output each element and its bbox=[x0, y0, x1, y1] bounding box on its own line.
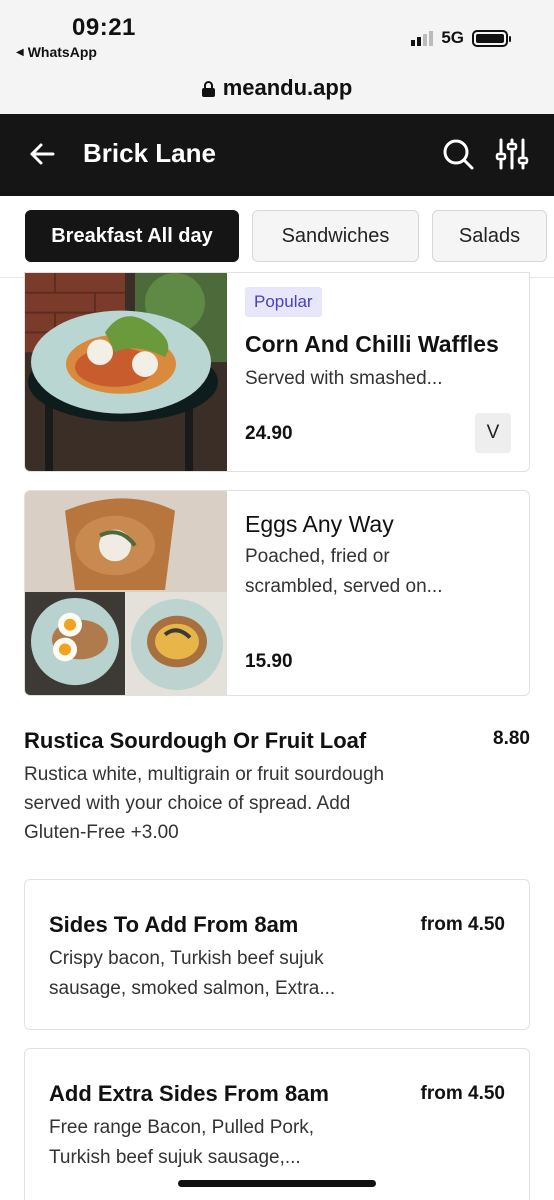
item-description-line2: sausage, smoked salmon, Extra... bbox=[49, 978, 336, 999]
status-bar: 09:21 ◀ WhatsApp 5G bbox=[0, 0, 554, 62]
item-description-line2: scrambled, served on... bbox=[245, 576, 443, 597]
item-title: Eggs Any Way bbox=[245, 511, 394, 537]
item-price: from 4.50 bbox=[420, 1083, 505, 1104]
network-type: 5G bbox=[441, 28, 464, 47]
menu-item-details: Popular Corn And Chilli Waffles Served w… bbox=[245, 287, 511, 444]
item-description-line1: Crispy bacon, Turkish beef sujuk bbox=[49, 948, 324, 969]
item-title: Rustica Sourdough Or Fruit Loaf bbox=[24, 728, 367, 753]
lock-icon bbox=[201, 81, 215, 97]
battery-icon bbox=[472, 29, 511, 47]
status-time: 09:21 bbox=[72, 14, 136, 41]
browser-url-bar[interactable]: meandu.app bbox=[0, 62, 554, 114]
item-description-line1: Free range Bacon, Pulled Pork, bbox=[49, 1117, 315, 1138]
tab-breakfast-all-day[interactable]: Breakfast All day bbox=[25, 210, 239, 262]
item-description-line2: served with your choice of spread. Add bbox=[24, 793, 351, 814]
back-to-app-link[interactable]: ◀ WhatsApp bbox=[16, 44, 97, 60]
menu-item-details: Eggs Any Way Poached, fried or scrambled… bbox=[245, 511, 511, 672]
tab-salads[interactable]: Salads bbox=[432, 210, 547, 262]
vegetarian-tag: V bbox=[475, 413, 511, 453]
item-price: 8.80 bbox=[493, 728, 530, 749]
eggs-photo bbox=[25, 491, 227, 695]
popular-badge: Popular bbox=[245, 287, 322, 317]
home-indicator bbox=[178, 1180, 376, 1187]
waffles-photo bbox=[25, 273, 227, 471]
item-price: 15.90 bbox=[245, 651, 293, 672]
system-indicators: 5G bbox=[411, 28, 511, 48]
menu-item-card[interactable]: Popular Corn And Chilli Waffles Served w… bbox=[24, 272, 530, 472]
menu-item-plain[interactable]: Rustica Sourdough Or Fruit Loaf 8.80 Rus… bbox=[24, 728, 530, 847]
item-price: from 4.50 bbox=[420, 914, 505, 935]
url-text: meandu.app bbox=[222, 75, 353, 100]
back-triangle-icon: ◀ bbox=[16, 46, 24, 58]
page-title: Brick Lane bbox=[83, 138, 216, 168]
back-app-label: WhatsApp bbox=[27, 44, 97, 60]
tab-sandwiches[interactable]: Sandwiches bbox=[252, 210, 419, 262]
menu-item-card[interactable]: Sides To Add From 8am Crispy bacon, Turk… bbox=[24, 879, 530, 1030]
item-description-line1: Poached, fried or bbox=[245, 546, 390, 567]
item-description-line3: Gluten-Free +3.00 bbox=[24, 822, 179, 843]
item-price: 24.90 bbox=[245, 423, 293, 444]
app-header: Brick Lane bbox=[0, 114, 554, 196]
back-arrow-icon[interactable] bbox=[26, 138, 58, 170]
menu-item-card[interactable]: Eggs Any Way Poached, fried or scrambled… bbox=[24, 490, 530, 696]
filter-sliders-icon[interactable] bbox=[494, 136, 530, 172]
item-description-line2: Turkish beef sujuk sausage,... bbox=[49, 1147, 301, 1168]
category-tabs: Breakfast All day Sandwiches Salads bbox=[0, 196, 554, 278]
item-title: Corn And Chilli Waffles bbox=[245, 331, 499, 357]
menu-item-card[interactable]: Add Extra Sides From 8am Free range Baco… bbox=[24, 1048, 530, 1200]
search-icon[interactable] bbox=[440, 136, 476, 172]
item-description-line1: Rustica white, multigrain or fruit sourd… bbox=[24, 764, 385, 785]
item-description: Served with smashed... bbox=[245, 368, 443, 389]
signal-icon bbox=[411, 30, 434, 46]
